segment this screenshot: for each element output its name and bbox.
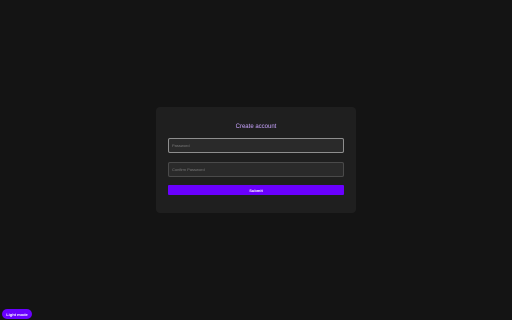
password-input[interactable] xyxy=(168,138,344,153)
page: Create account Submit Light mode xyxy=(0,0,512,320)
form-title: Create account xyxy=(235,124,277,130)
submit-button[interactable]: Submit xyxy=(168,185,344,195)
signup-card: Create account Submit xyxy=(156,107,356,213)
confirm-password-input[interactable] xyxy=(168,162,344,177)
light-mode-toggle-button[interactable]: Light mode xyxy=(2,309,32,319)
